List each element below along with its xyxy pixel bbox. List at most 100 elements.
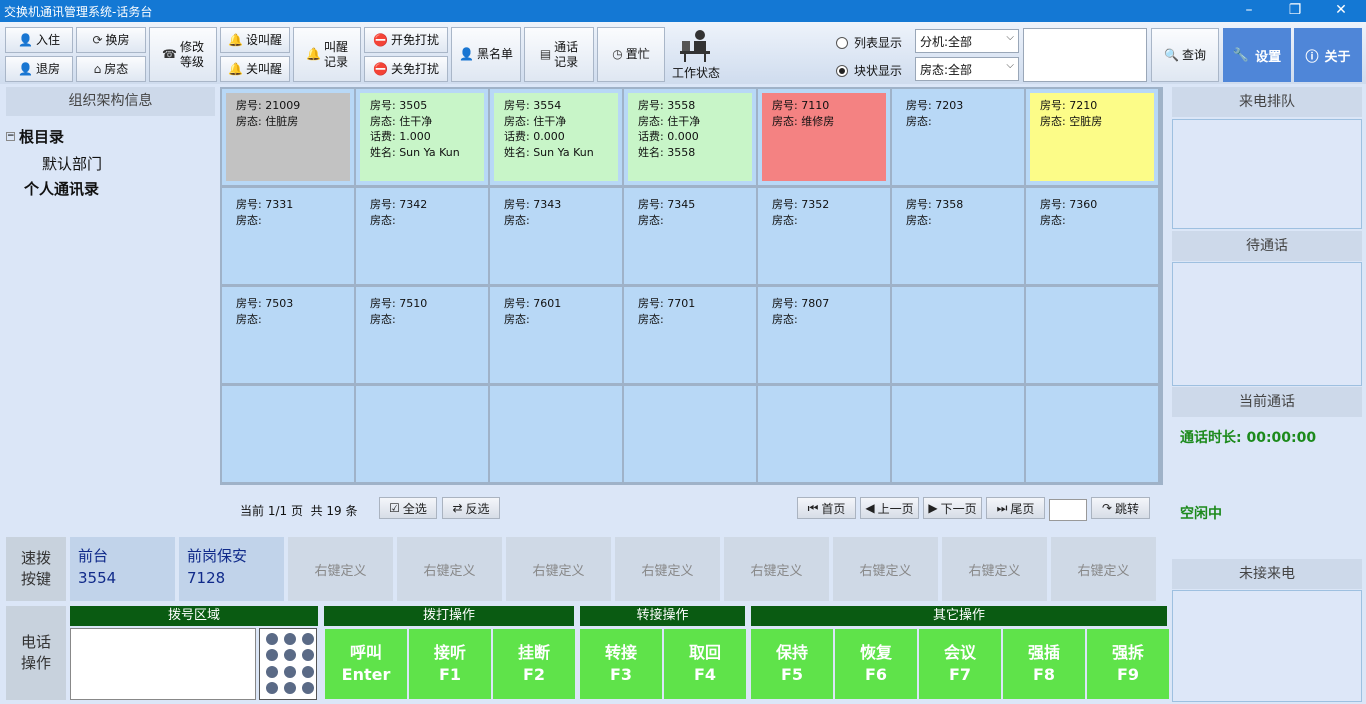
block-view-radio[interactable]: 块状显示: [836, 62, 902, 79]
dnd-on-button[interactable]: ⛔ 开免打扰: [364, 27, 448, 53]
speed-dial-custom[interactable]: 右键定义: [724, 537, 829, 601]
room-status: 房态: 住脏房: [236, 114, 299, 128]
busy-button[interactable]: ◷ 置忙: [597, 27, 665, 82]
room-status-button[interactable]: ⌂ 房态: [76, 56, 146, 82]
settings-button[interactable]: 🔧 设置: [1223, 28, 1291, 82]
room-cell[interactable]: 房号: 7352 房态:: [758, 188, 890, 284]
room-cell[interactable]: 房号: 7203 房态:: [892, 89, 1024, 185]
room-status-filter-select[interactable]: 房态:全部 ⌵: [915, 57, 1019, 81]
tree-item-default-dept[interactable]: 默认部门: [42, 153, 102, 174]
dial-number-input[interactable]: [70, 628, 256, 700]
room-number: 房号: 3558: [638, 99, 696, 112]
list-view-radio[interactable]: 列表显示: [836, 34, 902, 51]
keypad-icon[interactable]: [259, 628, 317, 700]
speed-dial-custom[interactable]: 右键定义: [288, 537, 393, 601]
call-button[interactable]: 呼叫 Enter: [325, 629, 407, 699]
speed-dial-fixed[interactable]: 前岗保安 7128: [179, 537, 284, 601]
speed-dial-label-text: 右键定义: [750, 563, 803, 579]
about-button[interactable]: ⓘ 关于: [1294, 28, 1362, 82]
invert-selection-button[interactable]: ⇄ 反选: [442, 497, 500, 519]
bell-icon: 🔔: [306, 47, 321, 61]
close-button[interactable]: ✕: [1318, 0, 1364, 22]
room-cell[interactable]: 房号: 7807 房态:: [758, 287, 890, 383]
room-cell[interactable]: 房号: 3558 房态: 住干净 话费: 0.000 姓名: 3558: [624, 89, 756, 185]
room-cell[interactable]: [892, 287, 1024, 383]
room-cell[interactable]: 房号: 7510 房态:: [356, 287, 488, 383]
room-cell[interactable]: 房号: 3554 房态: 住干净 话费: 0.000 姓名: Sun Ya Kun: [490, 89, 622, 185]
call-queue-list[interactable]: [1172, 119, 1362, 229]
split-button[interactable]: 强拆 F9: [1087, 629, 1169, 699]
first-page-button[interactable]: ⏮ 首页: [797, 497, 856, 519]
blacklist-button[interactable]: 👤 黑名单: [451, 27, 521, 82]
room-status: 房态:: [504, 213, 530, 227]
speed-dial-custom[interactable]: 右键定义: [833, 537, 938, 601]
wakeup-record-button[interactable]: 🔔 叫醒 记录: [293, 27, 361, 82]
modify-level-button[interactable]: ☎ 修改 等级: [149, 27, 217, 82]
room-cell[interactable]: [222, 386, 354, 482]
last-page-button[interactable]: ⏭ 尾页: [986, 497, 1045, 519]
retrieve-button[interactable]: 取回 F4: [664, 629, 746, 699]
hold-button[interactable]: 保持 F5: [751, 629, 833, 699]
dnd-off-button[interactable]: ⛔ 关免打扰: [364, 56, 448, 82]
transfer-button[interactable]: 转接 F3: [580, 629, 662, 699]
room-cell[interactable]: 房号: 7601 房态:: [490, 287, 622, 383]
room-cell[interactable]: [490, 386, 622, 482]
set-wakeup-button[interactable]: 🔔 设叫醒: [220, 27, 290, 53]
query-button[interactable]: 🔍 查询: [1151, 28, 1219, 82]
bell-icon: 🔔: [228, 32, 243, 47]
call-record-button[interactable]: ▤ 通话 记录: [524, 27, 594, 82]
room-cell[interactable]: [758, 386, 890, 482]
room-cell[interactable]: 房号: 7360 房态:: [1026, 188, 1158, 284]
room-cell[interactable]: 房号: 7345 房态:: [624, 188, 756, 284]
extension-filter-select[interactable]: 分机:全部 ⌵: [915, 29, 1019, 53]
tree-item-personal-contacts[interactable]: 个人通讯录: [24, 178, 102, 199]
room-cell[interactable]: [356, 386, 488, 482]
barge-button[interactable]: 强插 F8: [1003, 629, 1085, 699]
cancel-wakeup-button[interactable]: 🔔 关叫醒: [220, 56, 290, 82]
resume-button[interactable]: 恢复 F6: [835, 629, 917, 699]
room-cell[interactable]: [1026, 386, 1158, 482]
search-input[interactable]: [1023, 28, 1147, 82]
change-room-button[interactable]: ⟳ 换房: [76, 27, 146, 53]
clock-icon: ◷: [612, 47, 623, 61]
room-number: 房号: 3554: [504, 99, 562, 112]
page-number-input[interactable]: [1049, 499, 1087, 521]
speed-dial-custom[interactable]: 右键定义: [1051, 537, 1156, 601]
speed-dial-custom[interactable]: 右键定义: [615, 537, 720, 601]
room-cell[interactable]: 房号: 7110 房态: 维修房: [758, 89, 890, 185]
checkout-button[interactable]: 👤 退房: [5, 56, 73, 82]
select-all-button[interactable]: ☑ 全选: [379, 497, 437, 519]
tree-root[interactable]: − 根目录: [6, 126, 102, 147]
speed-dial-custom[interactable]: 右键定义: [506, 537, 611, 601]
room-cell[interactable]: 房号: 7210 房态: 空脏房: [1026, 89, 1158, 185]
room-cell[interactable]: 房号: 7701 房态:: [624, 287, 756, 383]
prev-page-button[interactable]: ◀ 上一页: [860, 497, 919, 519]
room-cell[interactable]: 房号: 7331 房态:: [222, 188, 354, 284]
room-cell[interactable]: [892, 386, 1024, 482]
maximize-button[interactable]: ❐: [1272, 0, 1318, 22]
speed-dial-custom[interactable]: 右键定义: [397, 537, 502, 601]
jump-button[interactable]: ↷ 跳转: [1091, 497, 1150, 519]
room-status: 房态:: [370, 213, 396, 227]
answer-button[interactable]: 接听 F1: [409, 629, 491, 699]
waiting-list[interactable]: [1172, 262, 1362, 386]
button-text: 强插: [1027, 643, 1060, 662]
speed-dial-fixed[interactable]: 前台 3554: [70, 537, 175, 601]
speed-dial-custom[interactable]: 右键定义: [942, 537, 1047, 601]
room-cell[interactable]: 房号: 3505 房态: 住干净 话费: 1.000 姓名: Sun Ya Kun: [356, 89, 488, 185]
next-page-button[interactable]: ▶ 下一页: [923, 497, 982, 519]
conference-button[interactable]: 会议 F7: [919, 629, 1001, 699]
room-cell[interactable]: 房号: 7358 房态:: [892, 188, 1024, 284]
hangup-button[interactable]: 挂断 F2: [493, 629, 575, 699]
room-cell[interactable]: [624, 386, 756, 482]
room-cell[interactable]: [1026, 287, 1158, 383]
room-cell[interactable]: 房号: 7342 房态:: [356, 188, 488, 284]
room-cell[interactable]: 房号: 21009 房态: 住脏房: [222, 89, 354, 185]
first-page-icon: ⏮: [807, 500, 819, 515]
room-cell[interactable]: 房号: 7343 房态:: [490, 188, 622, 284]
missed-calls-list[interactable]: [1172, 590, 1362, 702]
collapse-icon[interactable]: −: [6, 132, 15, 141]
checkin-button[interactable]: 👤 入住: [5, 27, 73, 53]
room-cell[interactable]: 房号: 7503 房态:: [222, 287, 354, 383]
minimize-button[interactable]: –: [1226, 0, 1272, 22]
